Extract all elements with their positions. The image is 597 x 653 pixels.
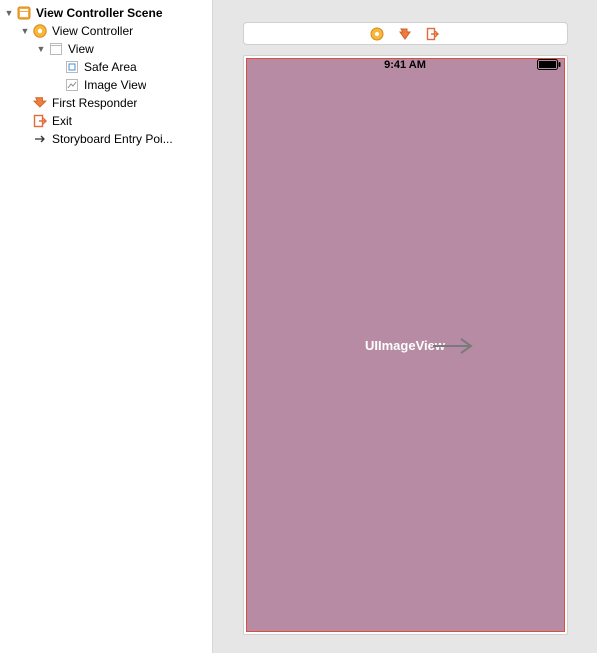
storyboard-entry-arrow-icon[interactable] — [431, 336, 477, 359]
outline-label: Storyboard Entry Poi... — [52, 132, 173, 146]
view-controller-icon[interactable] — [370, 27, 384, 41]
uiimageview-placeholder[interactable]: UIImageView — [246, 58, 565, 632]
disclosure-triangle-icon[interactable]: ▼ — [36, 44, 46, 54]
document-outline[interactable]: ▼ View Controller Scene ▼ View Controlle… — [0, 0, 213, 653]
status-bar: 9:41 AM — [244, 56, 567, 74]
disclosure-triangle-icon[interactable]: ▼ — [20, 26, 30, 36]
outline-label: Safe Area — [84, 60, 137, 74]
outline-label: Image View — [84, 78, 146, 92]
image-view-icon — [64, 77, 80, 93]
exit-icon[interactable] — [426, 27, 440, 41]
outline-label: View — [68, 42, 94, 56]
first-responder-icon[interactable] — [398, 27, 412, 41]
outline-label: Exit — [52, 114, 72, 128]
first-responder-icon — [32, 95, 48, 111]
outline-label: View Controller — [52, 24, 133, 38]
outline-safearea-row[interactable]: ▼ Safe Area — [0, 58, 212, 76]
outline-exit-row[interactable]: ▼ Exit — [0, 112, 212, 130]
outline-entrypoint-row[interactable]: ▼ Storyboard Entry Poi... — [0, 130, 212, 148]
view-icon — [48, 41, 64, 57]
disclosure-triangle-icon[interactable]: ▼ — [4, 8, 14, 18]
outline-viewcontroller-row[interactable]: ▼ View Controller — [0, 22, 212, 40]
scene-dock[interactable] — [243, 22, 568, 45]
outline-firstresponder-row[interactable]: ▼ First Responder — [0, 94, 212, 112]
battery-icon — [537, 59, 561, 70]
outline-scene-row[interactable]: ▼ View Controller Scene — [0, 4, 212, 22]
status-time: 9:41 AM — [384, 59, 426, 71]
device-frame[interactable]: UIImageView 9:41 AM — [243, 55, 568, 635]
interface-builder-canvas[interactable]: UIImageView 9:41 AM — [213, 0, 597, 653]
exit-icon — [32, 113, 48, 129]
outline-label: View Controller Scene — [36, 6, 163, 20]
arrow-right-icon — [32, 131, 48, 147]
view-controller-icon — [32, 23, 48, 39]
safe-area-icon — [64, 59, 80, 75]
scene-icon — [16, 5, 32, 21]
outline-imageview-row[interactable]: ▼ Image View — [0, 76, 212, 94]
outline-view-row[interactable]: ▼ View — [0, 40, 212, 58]
outline-label: First Responder — [52, 96, 137, 110]
